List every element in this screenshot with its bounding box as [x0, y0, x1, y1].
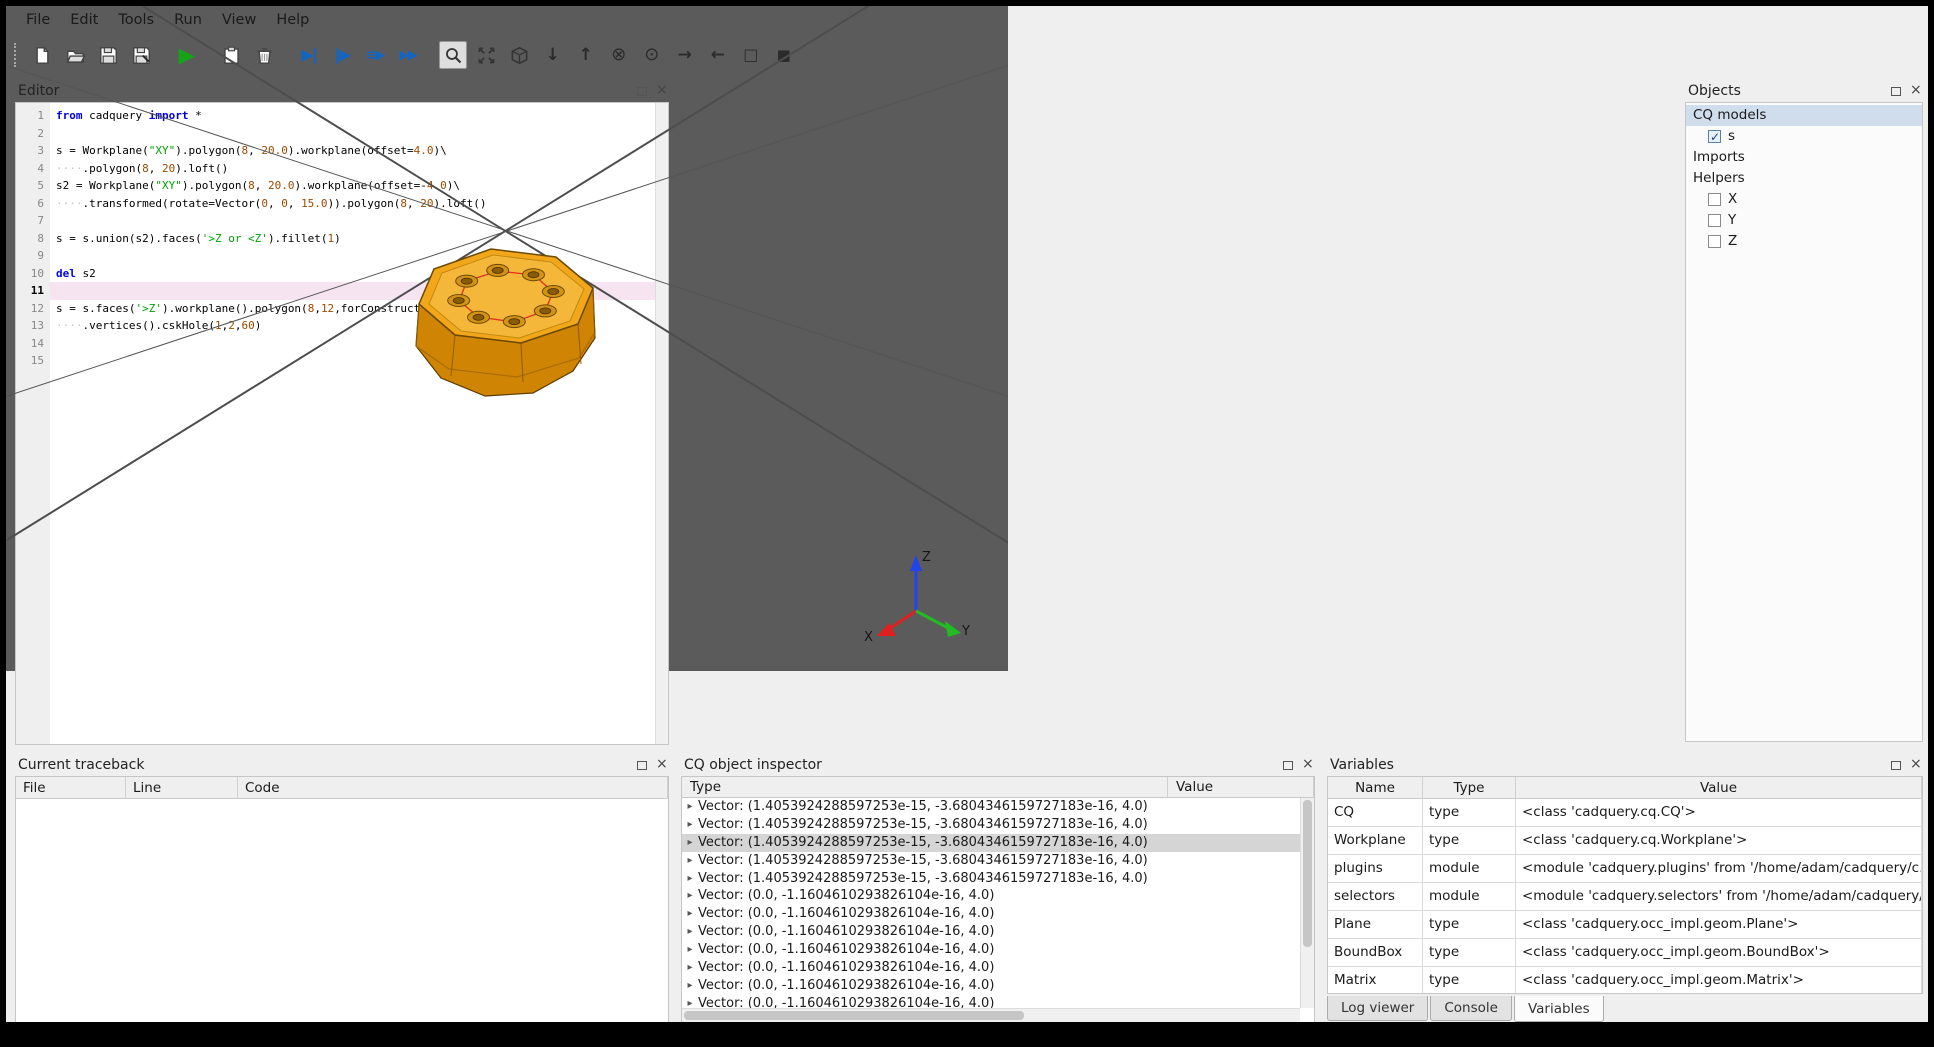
checkbox[interactable]: [1708, 235, 1721, 248]
expand-arrow-icon[interactable]: ▸: [682, 995, 698, 1008]
checkbox[interactable]: [1708, 193, 1721, 206]
objects-tree: CQ modelssImportsHelpersXYZ: [1685, 102, 1923, 742]
close-panel-icon[interactable]: [1909, 82, 1922, 98]
traceback-panel-titlebar: Current traceback: [12, 754, 672, 776]
expand-arrow-icon[interactable]: ▸: [682, 816, 698, 834]
close-panel-icon[interactable]: [1909, 756, 1922, 772]
expand-arrow-icon[interactable]: ▸: [682, 887, 698, 905]
cad-model[interactable]: [401, 236, 616, 441]
tab-console[interactable]: Console: [1430, 996, 1512, 1021]
expand-arrow-icon[interactable]: ▸: [682, 798, 698, 816]
tree-item-cq-models[interactable]: CQ models: [1686, 105, 1922, 126]
traceback-panel-title: Current traceback: [18, 757, 145, 773]
axis-triad-icon: Z X Y: [864, 550, 970, 643]
expand-arrow-icon[interactable]: ▸: [682, 941, 698, 959]
column-header-code[interactable]: Code: [238, 777, 668, 799]
viewport-3d[interactable]: Z X Y: [6, 6, 1008, 671]
inspector-row[interactable]: ▸ Vector: (1.4053924288597253e-15, -3.680…: [682, 852, 1300, 870]
float-panel-icon[interactable]: [1891, 86, 1901, 96]
traceback-panel: Current traceback FileLineCode: [12, 754, 672, 1022]
inspector-row[interactable]: ▸ Vector: (0.0, -1.1604610293826104e-16, …: [682, 887, 1300, 905]
inspector-row[interactable]: ▸ Vector: (0.0, -1.1604610293826104e-16, …: [682, 941, 1300, 959]
tree-item-s[interactable]: s: [1686, 126, 1922, 148]
expand-arrow-icon[interactable]: ▸: [682, 870, 698, 888]
inspector-vscrollbar[interactable]: [1300, 798, 1314, 1008]
tree-item-helpers[interactable]: Helpers: [1686, 168, 1922, 189]
tree-item-y[interactable]: Y: [1686, 210, 1922, 231]
bottom-dock-tabs: Log viewer Console Variables: [1327, 996, 1606, 1022]
inspector-row[interactable]: ▸ Vector: (1.4053924288597253e-15, -3.680…: [682, 798, 1300, 816]
expand-arrow-icon[interactable]: ▸: [682, 834, 698, 852]
axis-y-label: Y: [961, 624, 970, 639]
inspector-row[interactable]: ▸ Vector: (0.0, -1.1604610293826104e-16, …: [682, 995, 1300, 1008]
variable-row[interactable]: Matrix type <class 'cadquery.occ_impl.geom…: [1328, 967, 1922, 993]
axis-z-label: Z: [922, 550, 931, 565]
variable-row[interactable]: Plane type <class 'cadquery.occ_impl.geom.…: [1328, 911, 1922, 939]
inspector-hscrollbar[interactable]: [682, 1008, 1300, 1022]
inspector-row[interactable]: ▸ Vector: (1.4053924288597253e-15, -3.680…: [682, 816, 1300, 834]
tree-item-x[interactable]: X: [1686, 189, 1922, 210]
variables-panel-title: Variables: [1330, 757, 1394, 773]
checkbox[interactable]: [1708, 214, 1721, 227]
tree-item-imports[interactable]: Imports: [1686, 147, 1922, 168]
variable-row[interactable]: BoundBox type <class 'cadquery.occ_impl.ge…: [1328, 939, 1922, 967]
inspector-row[interactable]: ▸ Vector: (0.0, -1.1604610293826104e-16, …: [682, 959, 1300, 977]
variable-row[interactable]: plugins module <module 'cadquery.plugins' …: [1328, 855, 1922, 883]
variables-panel: Variables NameTypeValue CQtype<class 'ca…: [1324, 754, 1926, 1022]
expand-arrow-icon[interactable]: ▸: [682, 923, 698, 941]
inspector-row[interactable]: ▸ Vector: (0.0, -1.1604610293826104e-16, …: [682, 923, 1300, 941]
expand-arrow-icon[interactable]: ▸: [682, 977, 698, 995]
close-panel-icon[interactable]: [655, 756, 668, 772]
inspector-table: Type Value ▸ Vector: (1.4053924288597253e-…: [681, 776, 1315, 1022]
column-header-name[interactable]: Name: [1328, 777, 1423, 799]
inspector-row[interactable]: ▸ Vector: (0.0, -1.1604610293826104e-16, …: [682, 977, 1300, 995]
column-header-line[interactable]: Line: [126, 777, 238, 799]
float-panel-icon[interactable]: [1891, 760, 1901, 770]
app-window: File Edit Tools Run View Help ▶ ▶| |▶ ≡▶ ▶▶ ↓ ↑ ⊗ ⊙ → ←…: [6, 6, 1928, 1022]
inspector-row[interactable]: ▸ Vector: (1.4053924288597253e-15, -3.680…: [682, 833, 1300, 852]
column-header-file[interactable]: File: [16, 777, 126, 799]
checkbox[interactable]: [1708, 127, 1721, 148]
inspector-panel: CQ object inspector TypeValue ▸Vector: (…: [678, 754, 1318, 1022]
variables-table: Name Type Value CQ type <class 'cadquery.cq.…: [1327, 776, 1923, 994]
tree-item-z[interactable]: Z: [1686, 231, 1922, 252]
objects-panel-title: Objects: [1688, 83, 1741, 99]
objects-panel-titlebar: Objects: [1682, 80, 1926, 102]
variables-panel-titlebar: Variables: [1324, 754, 1926, 776]
variable-row[interactable]: CQ type <class 'cadquery.cq.CQ'>: [1328, 799, 1922, 827]
column-header-type[interactable]: Type: [682, 777, 1168, 798]
tab-variables[interactable]: Variables: [1513, 996, 1604, 1022]
variable-row[interactable]: selectors module <module 'cadquery.selecto…: [1328, 883, 1922, 911]
inspector-panel-title: CQ object inspector: [684, 757, 822, 773]
expand-arrow-icon[interactable]: ▸: [682, 852, 698, 870]
inspector-panel-titlebar: CQ object inspector: [678, 754, 1318, 776]
objects-panel: Objects CQ modelssImportsHelpersXYZ: [1682, 80, 1926, 745]
variable-row[interactable]: Workplane type <class 'cadquery.cq.Workpla…: [1328, 827, 1922, 855]
screenshot-frame: File Edit Tools Run View Help ▶ ▶| |▶ ≡▶ ▶▶ ↓ ↑ ⊗ ⊙ → ←…: [0, 0, 1934, 1047]
float-panel-icon[interactable]: [1283, 760, 1293, 770]
expand-arrow-icon[interactable]: ▸: [682, 959, 698, 977]
float-panel-icon[interactable]: [637, 760, 647, 770]
column-header-value[interactable]: Value: [1168, 777, 1314, 798]
traceback-table: File Line Code: [15, 776, 669, 1022]
inspector-row[interactable]: ▸ Vector: (1.4053924288597253e-15, -3.680…: [682, 870, 1300, 888]
expand-arrow-icon[interactable]: ▸: [682, 905, 698, 923]
tab-log-viewer[interactable]: Log viewer: [1327, 996, 1429, 1021]
close-panel-icon[interactable]: [1301, 756, 1314, 772]
axis-x-label: X: [864, 630, 873, 643]
column-header-value[interactable]: Value: [1516, 777, 1922, 799]
inspector-row[interactable]: ▸ Vector: (0.0, -1.1604610293826104e-16, …: [682, 905, 1300, 923]
column-header-type[interactable]: Type: [1423, 777, 1516, 799]
